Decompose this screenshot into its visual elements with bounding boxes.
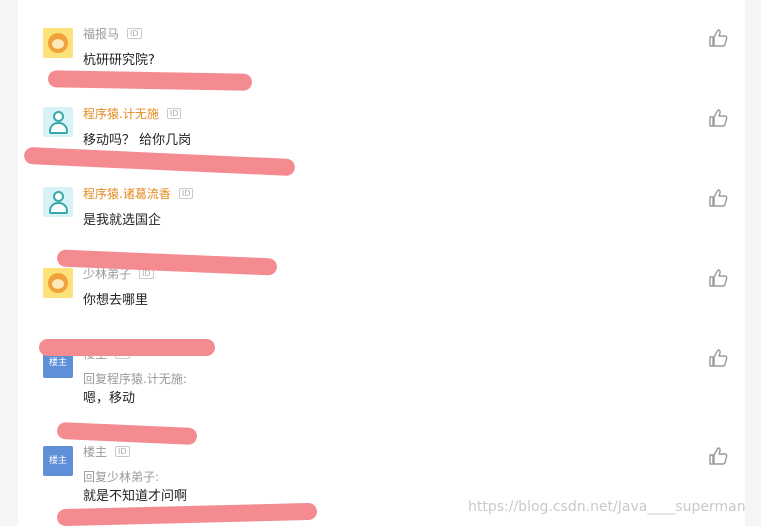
comment-username[interactable]: 程序猿.诸葛流香 ID (83, 185, 194, 202)
user-avatar[interactable] (43, 187, 73, 217)
comment-text: 你想去哪里 (83, 293, 149, 308)
redaction-scribble (47, 70, 253, 91)
thumbs-up-icon[interactable] (708, 268, 728, 288)
comment-text: 就是不知道才问啊 (83, 489, 188, 504)
redaction-scribble (39, 339, 215, 356)
comment-username[interactable]: 楼主 ID (83, 443, 130, 460)
id-badge: ID (178, 188, 194, 199)
comment-text: 杭研研究院? (83, 53, 155, 68)
thumbs-up-icon[interactable] (708, 108, 728, 128)
comment-text: 嗯，移动 (83, 391, 136, 406)
reply-to-label: 回复程序猿.计无施: (83, 372, 187, 386)
comment-text: 移动吗？ 给你几岗 (83, 133, 192, 148)
comment-username[interactable]: 程序猿.计无施 ID (83, 105, 182, 122)
user-avatar[interactable] (43, 268, 73, 298)
id-badge: ID (115, 446, 130, 457)
thumbs-up-icon[interactable] (708, 28, 728, 48)
id-badge: ID (127, 28, 142, 39)
thumbs-up-icon[interactable] (708, 188, 728, 208)
user-avatar[interactable] (43, 28, 73, 58)
id-badge: ID (166, 108, 182, 119)
watermark-text: https://blog.csdn.net/Java____superman (468, 499, 746, 515)
user-avatar[interactable] (43, 107, 73, 137)
comment-username[interactable]: 福报马 ID (83, 25, 142, 42)
reply-to-label: 回复少林弟子: (83, 470, 160, 484)
thumbs-up-icon[interactable] (708, 348, 728, 368)
thumbs-up-icon[interactable] (708, 446, 728, 466)
user-avatar[interactable]: 楼主 (43, 446, 73, 476)
comment-text: 是我就选国企 (83, 213, 162, 228)
